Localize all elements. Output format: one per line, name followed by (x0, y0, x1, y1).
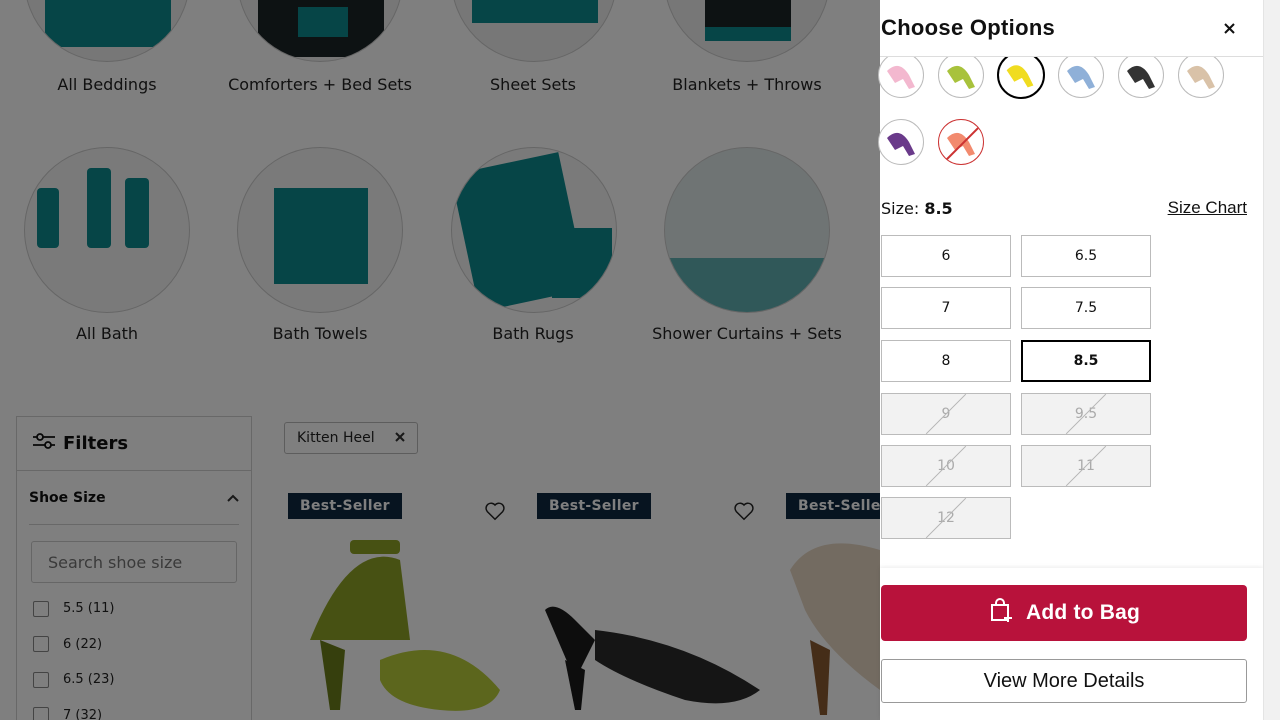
size-option-unavailable[interactable]: 11 (1021, 445, 1151, 487)
color-swatch-selected[interactable] (997, 51, 1045, 99)
color-swatch[interactable] (1178, 52, 1224, 98)
modal-backdrop[interactable] (0, 0, 880, 720)
add-to-bag-label: Add to Bag (1026, 601, 1140, 624)
view-more-details-button[interactable]: View More Details (881, 659, 1247, 703)
size-option-unavailable[interactable]: 10 (881, 445, 1011, 487)
selected-size-label: Size: 8.5 (881, 198, 953, 218)
color-swatch-unavailable[interactable] (938, 119, 984, 165)
size-option-unavailable[interactable]: 9.5 (1021, 393, 1151, 435)
modal-scrollbar[interactable] (1263, 0, 1280, 720)
shopping-bag-plus-icon (988, 597, 1014, 629)
color-swatch[interactable] (878, 119, 924, 165)
size-option-selected[interactable]: 8.5 (1021, 340, 1151, 382)
size-option-unavailable[interactable]: 12 (881, 497, 1011, 539)
size-option[interactable]: 7 (881, 287, 1011, 329)
size-option[interactable]: 7.5 (1021, 287, 1151, 329)
size-label-row: Size: 8.5 Size Chart (880, 198, 1247, 218)
size-option[interactable]: 6 (881, 235, 1011, 277)
color-swatch[interactable] (1118, 52, 1164, 98)
choose-options-modal: Choose Options Size: 8.5 Size Chart 6 6.… (878, 0, 1280, 720)
size-option-unavailable[interactable]: 9 (881, 393, 1011, 435)
size-chart-link[interactable]: Size Chart (1168, 198, 1247, 218)
color-swatch[interactable] (1058, 52, 1104, 98)
size-option[interactable]: 6.5 (1021, 235, 1151, 277)
selected-size-value: 8.5 (924, 198, 953, 218)
size-option[interactable]: 8 (881, 340, 1011, 382)
add-to-bag-button[interactable]: Add to Bag (881, 585, 1247, 641)
modal-header: Choose Options (880, 0, 1263, 57)
modal-title: Choose Options (881, 15, 1056, 40)
close-button[interactable] (1217, 16, 1241, 40)
color-swatch[interactable] (938, 52, 984, 98)
close-icon (1223, 22, 1235, 34)
modal-footer: Add to Bag View More Details (880, 568, 1263, 720)
color-swatch[interactable] (878, 52, 924, 98)
